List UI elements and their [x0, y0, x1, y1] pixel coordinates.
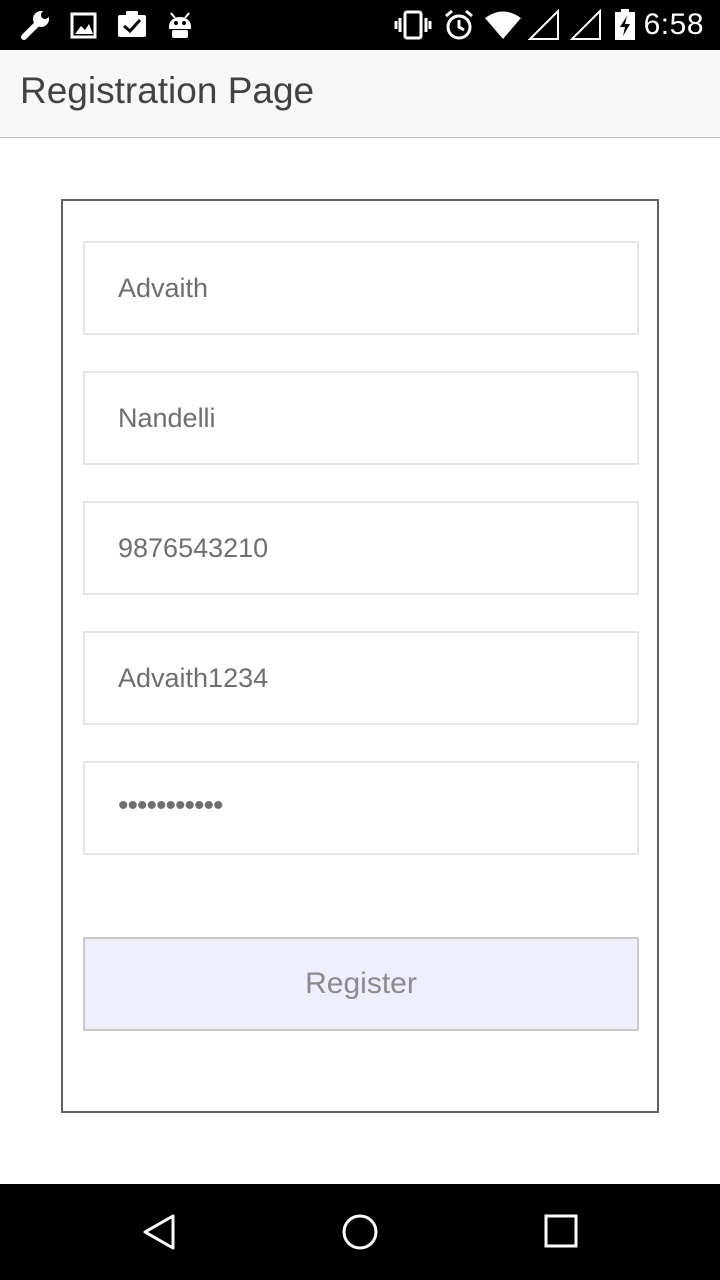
register-button-label: Register: [305, 967, 417, 1000]
android-icon: [166, 9, 194, 46]
app-bar: Registration Page: [0, 50, 720, 138]
vibrate-icon: [394, 9, 432, 46]
register-button[interactable]: Register: [83, 937, 639, 1031]
username-field[interactable]: Advaith1234: [83, 631, 639, 725]
phone-field[interactable]: 9876543210: [83, 501, 639, 595]
page-title: Registration Page: [20, 70, 315, 111]
password-value: •••••••••••: [118, 789, 224, 822]
signal-icon: [527, 8, 560, 46]
wrench-icon: [18, 9, 54, 46]
registration-form: Advaith Nandelli 9876543210 Advaith1234 …: [61, 199, 659, 1113]
recents-icon[interactable]: [542, 1212, 582, 1257]
back-icon[interactable]: [140, 1212, 180, 1257]
first-name-field[interactable]: Advaith: [83, 241, 639, 335]
navigation-bar: [0, 1184, 720, 1280]
wifi-icon: [484, 9, 522, 46]
status-bar: 6:58: [0, 0, 720, 50]
first-name-value: Advaith: [118, 273, 209, 303]
last-name-field[interactable]: Nandelli: [83, 371, 639, 465]
last-name-value: Nandelli: [118, 403, 216, 433]
phone-value: 9876543210: [118, 533, 269, 563]
alarm-icon: [443, 9, 475, 46]
username-value: Advaith1234: [118, 663, 269, 693]
image-icon: [70, 9, 98, 46]
clipboard-check-icon: [116, 9, 148, 46]
home-icon[interactable]: [340, 1212, 380, 1257]
status-time: 6:58: [643, 8, 704, 41]
battery-charging-icon: [614, 9, 636, 46]
password-field[interactable]: •••••••••••: [83, 761, 639, 855]
signal-icon: [569, 8, 602, 46]
